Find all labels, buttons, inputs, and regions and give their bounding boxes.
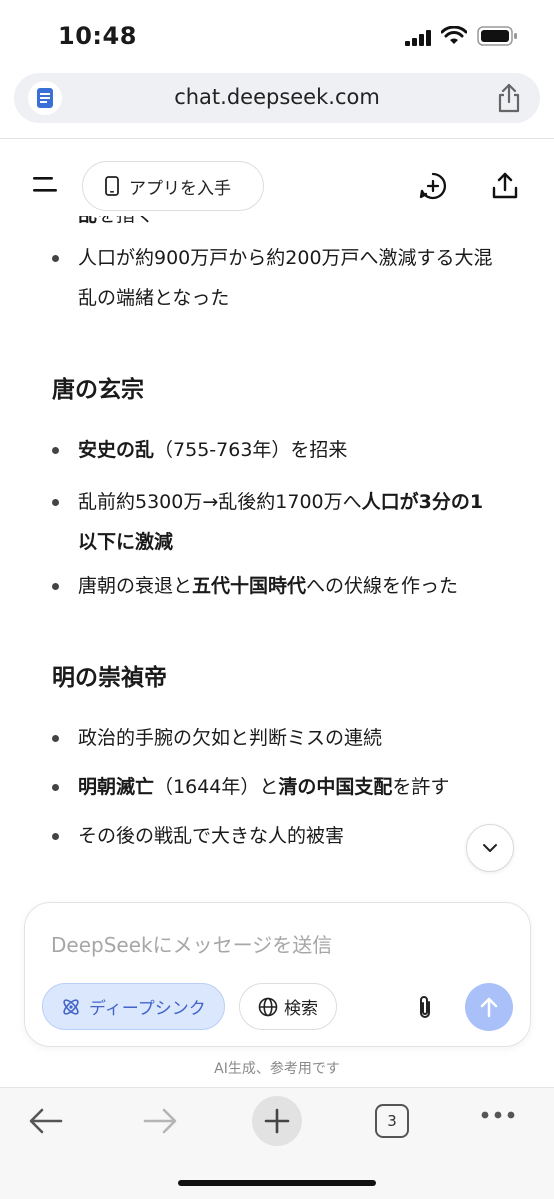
list-item: 唐朝の衰退と五代十国時代への伏線を作った xyxy=(52,566,502,606)
tab-count: 3 xyxy=(387,1112,397,1130)
list-item: 政治的手腕の欠如と判断ミスの連続 xyxy=(52,718,502,758)
address-bar[interactable]: chat.deepseek.com xyxy=(14,73,540,123)
list-item: その後の戦乱で大きな人的被害 xyxy=(52,816,502,856)
message-input[interactable]: DeepSeekにメッセージを送信 xyxy=(51,929,332,958)
plus-icon xyxy=(264,1108,290,1134)
back-icon[interactable] xyxy=(28,1106,64,1136)
forward-icon[interactable] xyxy=(142,1106,178,1136)
scroll-down-button[interactable] xyxy=(466,824,514,872)
signal-icon xyxy=(405,30,431,46)
new-chat-icon[interactable] xyxy=(418,171,448,201)
section-heading: 明の崇禎帝 xyxy=(52,665,167,691)
get-app-label: アプリを入手 xyxy=(129,178,231,199)
more-icon[interactable] xyxy=(481,1110,515,1120)
deepthink-toggle[interactable]: ディープシンク xyxy=(42,983,225,1030)
list-item: 人口が約900万戸から約200万戸へ激減する大混乱の端緒となった xyxy=(52,238,502,318)
search-label: 検索 xyxy=(284,999,318,1019)
status-time: 10:48 xyxy=(58,22,137,50)
globe-icon xyxy=(258,997,278,1016)
status-bar: 10:48 xyxy=(0,0,554,70)
message-composer[interactable]: DeepSeekにメッセージを送信 ディープシンク 検索 xyxy=(24,902,531,1047)
paperclip-icon[interactable] xyxy=(415,995,435,1021)
share-icon[interactable] xyxy=(496,83,522,113)
atom-icon xyxy=(63,998,79,1015)
get-app-button[interactable]: アプリを入手 xyxy=(82,161,264,211)
menu-icon[interactable] xyxy=(33,177,57,193)
list-item: 安史の乱（755-763年）を招来 xyxy=(52,430,502,470)
share-icon[interactable] xyxy=(491,171,519,201)
text-fragment: 乱を指く xyxy=(78,216,154,227)
disclaimer-text: AI生成、参考用です xyxy=(214,1061,340,1077)
list-item: 乱前約5300万→乱後約1700万へ人口が3分の1以下に激減 xyxy=(52,482,502,562)
send-arrow-icon xyxy=(480,997,498,1018)
deepthink-label: ディープシンク xyxy=(89,999,206,1019)
send-button[interactable] xyxy=(465,983,513,1031)
new-tab-button[interactable] xyxy=(252,1096,302,1146)
section-heading: 唐の玄宗 xyxy=(52,377,144,403)
chat-content[interactable]: 乱を指く 人口が約900万戸から約200万戸へ激減する大混乱の端緒となった 唐の… xyxy=(0,216,554,892)
search-toggle[interactable]: 検索 xyxy=(239,983,337,1030)
wifi-icon xyxy=(441,26,467,44)
tabs-button[interactable]: 3 xyxy=(375,1104,409,1138)
home-indicator xyxy=(178,1180,376,1186)
url-text[interactable]: chat.deepseek.com xyxy=(14,85,540,109)
chevron-down-icon xyxy=(483,844,497,852)
phone-icon xyxy=(105,176,119,196)
list-item: 明朝滅亡（1644年）と清の中国支配を許す xyxy=(52,767,502,807)
divider xyxy=(0,138,554,139)
battery-icon xyxy=(477,26,517,46)
